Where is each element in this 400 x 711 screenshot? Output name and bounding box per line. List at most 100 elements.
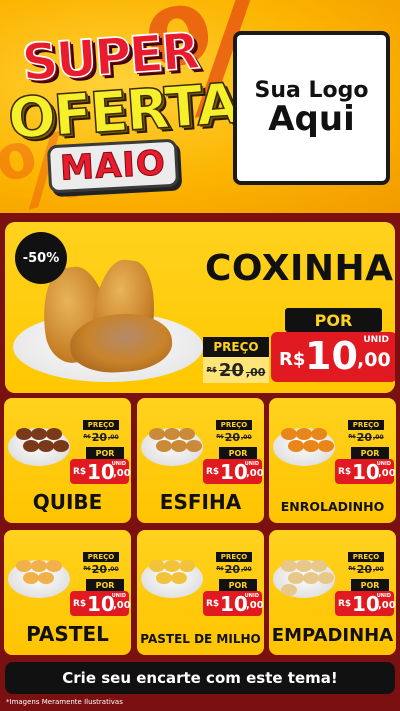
food-piece	[31, 560, 47, 572]
new-price-currency: R$	[73, 467, 87, 477]
new-price: R$ 10,00 UNID	[203, 591, 264, 616]
product-card[interactable]: PREÇO R$ 20,00 POR R$ 10,00 UNID QUIBE	[4, 398, 131, 523]
old-price: R$ 20,00	[348, 430, 384, 444]
new-price: R$ 10,00 UNID	[335, 591, 396, 616]
old-price-integer: 20	[91, 430, 107, 444]
product-card[interactable]: PREÇO R$ 20,00 POR R$ 10,00 UNID ENROLADINHO	[269, 398, 396, 523]
old-price-label: PREÇO	[348, 552, 384, 562]
food-piece	[179, 428, 195, 440]
product-name: QUIBE	[32, 490, 103, 514]
new-price-label: POR	[86, 579, 124, 591]
food-piece	[23, 572, 39, 584]
old-price-integer: 20	[224, 430, 240, 444]
title-month-box: MAIO	[46, 138, 180, 194]
new-price-currency: R$	[73, 599, 87, 609]
food-piece	[23, 440, 39, 452]
food-piece	[318, 572, 334, 584]
new-price-decimal: ,00	[378, 468, 396, 479]
price-unit: UNID	[111, 461, 126, 467]
new-price-integer: 10	[87, 460, 115, 484]
new-price-integer: 10	[220, 460, 248, 484]
food-piece	[186, 440, 202, 452]
cta-button[interactable]: Crie seu encarte com este tema!	[5, 662, 395, 694]
old-price-currency: R$	[206, 366, 217, 374]
old-price-decimal: ,00	[108, 565, 119, 573]
old-price: R$ 20,00	[83, 562, 119, 576]
new-price-decimal: ,00	[246, 468, 264, 479]
food-piece	[156, 440, 172, 452]
product-name: PASTEL DE MILHO	[140, 632, 261, 646]
product-card[interactable]: PREÇO R$ 20,00 POR R$ 10,00 UNID EMPADINHA	[269, 530, 396, 655]
old-price-currency: R$	[348, 434, 356, 440]
old-price: R$ 20,00	[216, 430, 252, 444]
price-unit: UNID	[111, 593, 126, 599]
food-piece	[38, 440, 54, 452]
new-price-integer: 10	[87, 592, 115, 616]
new-price-integer: 10	[352, 592, 380, 616]
new-price-label: POR	[86, 447, 124, 459]
food-piece	[149, 560, 165, 572]
new-price-label: POR	[351, 579, 389, 591]
old-price-currency: R$	[83, 434, 91, 440]
product-image	[273, 410, 335, 466]
title-month: MAIO	[59, 143, 168, 189]
food-piece	[171, 440, 187, 452]
food-piece	[318, 440, 334, 452]
new-price-decimal: ,00	[357, 349, 391, 371]
old-price-integer: 20	[91, 562, 107, 576]
featured-product-name: COXINHA	[205, 248, 394, 289]
old-price-label: PREÇO	[216, 552, 252, 562]
old-price-label: PREÇO	[348, 420, 384, 430]
food-piece	[53, 440, 69, 452]
new-price-decimal: ,00	[378, 600, 396, 611]
product-card[interactable]: PREÇO R$ 20,00 POR R$ 10,00 UNID PASTEL	[4, 530, 131, 655]
new-price-currency: R$	[338, 467, 352, 477]
new-price-label: POR	[219, 447, 257, 459]
food-piece	[281, 584, 297, 596]
old-price-decimal: ,00	[245, 366, 266, 379]
product-name: ESFIHA	[159, 490, 242, 514]
old-price: R$ 20 ,00	[203, 357, 269, 383]
old-price-label: PREÇO	[203, 337, 269, 357]
price-unit: UNID	[244, 461, 259, 467]
product-name: ENROLADINHO	[280, 499, 385, 514]
new-price-label: POR	[285, 308, 382, 332]
food-piece	[38, 572, 54, 584]
product-name: PASTEL	[26, 622, 109, 646]
food-piece	[281, 428, 297, 440]
new-price-integer: 10	[305, 334, 358, 378]
new-price-integer: 10	[352, 460, 380, 484]
new-price-decimal: ,00	[246, 600, 264, 611]
product-card[interactable]: PREÇO R$ 20,00 POR R$ 10,00 UNID PASTEL DE MILH…	[137, 530, 264, 655]
food-piece	[296, 428, 312, 440]
new-price-currency: R$	[206, 599, 220, 609]
new-price-currency: R$	[338, 599, 352, 609]
old-price-currency: R$	[216, 434, 224, 440]
food-piece	[16, 428, 32, 440]
new-price-label: POR	[351, 447, 389, 459]
food-piece	[171, 572, 187, 584]
price-unit: UNID	[376, 593, 391, 599]
food-piece	[303, 572, 319, 584]
food-piece	[164, 428, 180, 440]
logo-placeholder[interactable]: Sua Logo Aqui	[233, 31, 390, 185]
price-unit: UNID	[363, 335, 389, 345]
old-price-label: PREÇO	[83, 552, 119, 562]
product-card[interactable]: PREÇO R$ 20,00 POR R$ 10,00 UNID ESFIHA	[137, 398, 264, 523]
food-piece	[281, 560, 297, 572]
old-price-integer: 20	[224, 562, 240, 576]
old-price-integer: 20	[218, 359, 244, 381]
food-piece	[164, 560, 180, 572]
featured-product-card[interactable]: -50% COXINHA PREÇO R$ 20 ,00 POR R$ 10 ,…	[5, 222, 395, 393]
new-price-decimal: ,00	[113, 468, 131, 479]
old-price-decimal: ,00	[108, 433, 119, 441]
food-piece	[156, 572, 172, 584]
old-price-currency: R$	[348, 566, 356, 572]
old-price-integer: 20	[356, 430, 372, 444]
new-price: R$ 10 ,00 UNID	[271, 332, 395, 382]
product-image	[8, 542, 70, 598]
new-price-currency: R$	[206, 467, 220, 477]
new-price-decimal: ,00	[113, 600, 131, 611]
header-banner: % % SUPER OFERTAS MAIO Sua Logo Aqui	[0, 0, 400, 213]
new-price: R$ 10,00 UNID	[70, 591, 131, 616]
